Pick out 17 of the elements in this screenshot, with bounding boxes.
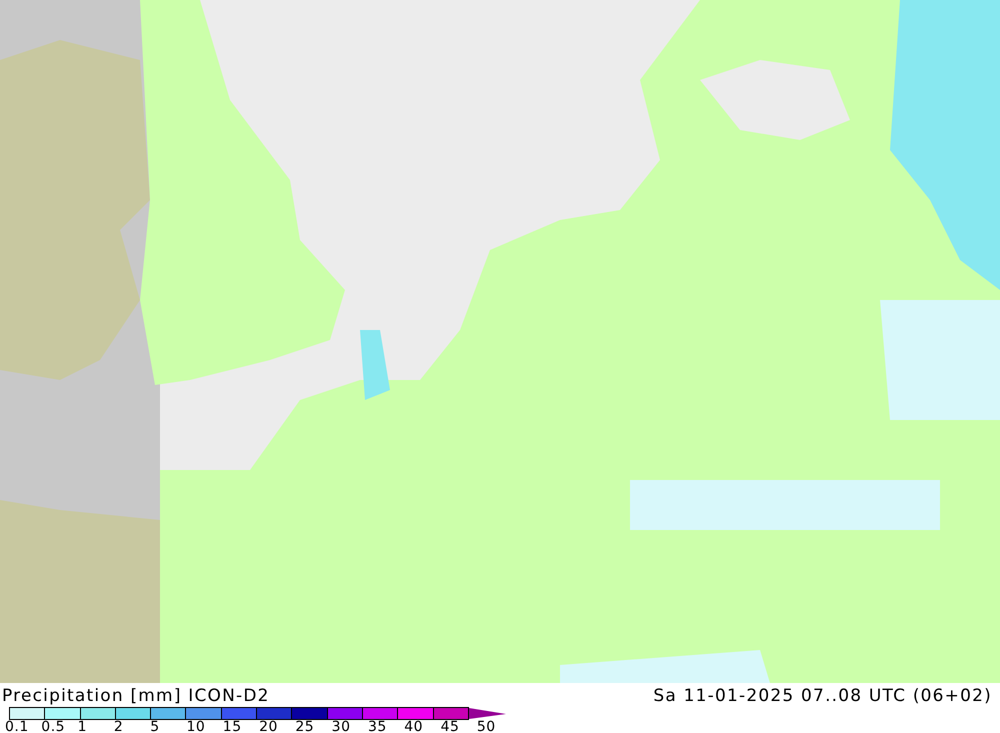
legend-label: 0.5 [41, 720, 66, 733]
legend-label: 45 [440, 720, 460, 733]
legend-label: 1 [78, 720, 88, 733]
legend-label: 20 [259, 720, 279, 733]
legend-label: 5 [150, 720, 161, 733]
legend-label: 50 [476, 720, 497, 733]
legend-label: 0.1 [5, 720, 30, 733]
legend-label: 2 [114, 720, 124, 733]
legend-label: 25 [295, 720, 316, 733]
legend-label: 10 [186, 720, 206, 733]
valid-time: Sa 11-01-2025 07..08 UTC (06+02) [653, 686, 992, 706]
legend-label: 30 [332, 720, 352, 733]
legend-label: 40 [404, 720, 424, 733]
chart-title: Precipitation [mm] ICON-D2 [2, 686, 270, 706]
legend-arrow-icon [468, 708, 506, 719]
legend-label: 35 [368, 720, 388, 733]
legend-label: 15 [222, 720, 243, 733]
